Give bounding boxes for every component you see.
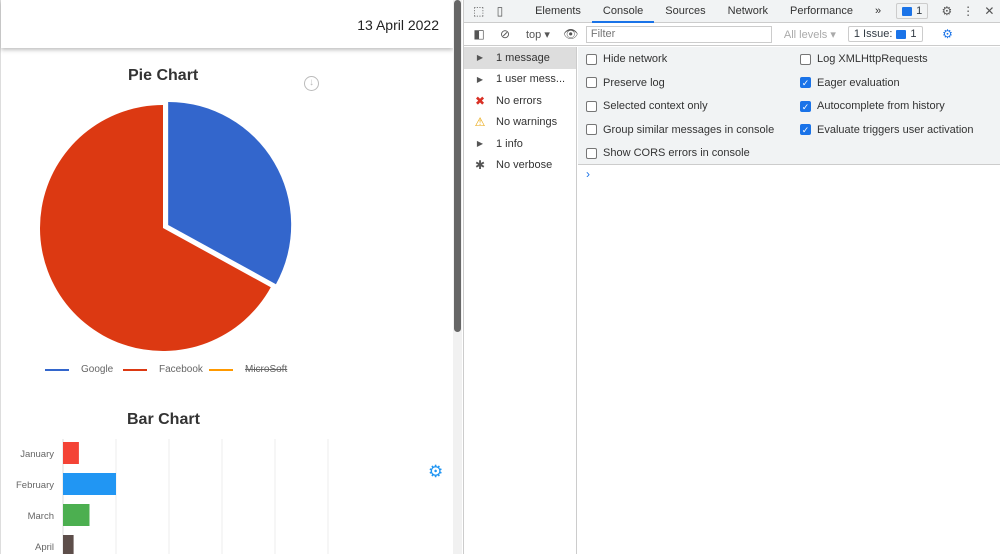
expand-arrow-icon: ▶: [476, 74, 484, 84]
tab-performance[interactable]: Performance: [779, 0, 864, 23]
tab-sources[interactable]: Sources: [654, 0, 716, 23]
web-page: 13 April 2022 Pie Chart ↓ Google Facebook…: [0, 0, 462, 554]
legend-swatch: [123, 368, 147, 371]
option-checkbox[interactable]: Hide network: [586, 53, 667, 65]
option-label: Preserve log: [603, 76, 665, 89]
issues-button[interactable]: 1 Issue: 1: [847, 26, 923, 42]
settings-gear-icon[interactable]: ⚙: [428, 462, 443, 482]
warning-icon: ⚠: [474, 115, 486, 130]
checkbox[interactable]: [586, 147, 597, 159]
legend-swatch: [209, 368, 233, 371]
inspect-element-icon[interactable]: ⬚: [468, 4, 489, 18]
checkbox[interactable]: ✓: [800, 77, 811, 88]
device-toolbar-icon[interactable]: ▯: [489, 4, 510, 18]
messages-badge[interactable]: 1: [896, 3, 929, 19]
settings-icon[interactable]: ⚙: [936, 4, 957, 18]
pie-chart: [40, 101, 292, 351]
verbose-bug-icon: ✱: [474, 158, 486, 173]
sidebar-item[interactable]: ✱ No verbose: [464, 155, 576, 177]
option-label: Group similar messages in console: [603, 123, 775, 136]
legend-item-google[interactable]: Google: [45, 364, 113, 375]
category-label: January: [20, 449, 54, 460]
issue-count: 1: [910, 28, 917, 40]
legend-item-microsoft[interactable]: MicroSoft: [209, 364, 287, 375]
message-icon: [902, 6, 913, 16]
sidebar-item[interactable]: ⚠ No warnings: [464, 112, 576, 134]
category-label: February: [16, 480, 54, 491]
console-settings-icon[interactable]: ⚙: [937, 27, 959, 41]
option-label: Autocomplete from history: [817, 100, 945, 112]
console-prompt[interactable]: ›: [586, 167, 590, 181]
option-checkbox[interactable]: Group similar messages in console: [586, 124, 774, 136]
expand-arrow-icon: ▶: [476, 53, 484, 63]
sidebar-item-label: No verbose: [496, 159, 553, 172]
error-icon: ✖: [474, 93, 486, 108]
option-checkbox[interactable]: Selected context only: [586, 100, 708, 112]
live-expression-eye-icon[interactable]: 👁: [560, 27, 582, 41]
checkbox[interactable]: [586, 124, 597, 135]
option-checkbox[interactable]: Log XMLHttpRequests: [800, 53, 928, 65]
log-levels-select[interactable]: All levels ▾: [784, 28, 836, 41]
more-options-icon[interactable]: ⋮: [957, 4, 978, 18]
option-checkbox[interactable]: Show CORS errors in console: [586, 147, 750, 159]
option-checkbox[interactable]: ✓ Evaluate triggers user activation: [800, 124, 974, 136]
sidebar-item[interactable]: ▶ 1 message: [464, 47, 576, 69]
sidebar-item-label: 1 message: [496, 51, 550, 64]
sidebar-item-label: 1 info: [496, 137, 523, 150]
sidebar-item-label: No warnings: [496, 116, 558, 129]
option-checkbox[interactable]: ✓ Eager evaluation: [800, 77, 900, 89]
clear-console-icon[interactable]: ⊘: [494, 27, 516, 41]
legend-label: Facebook: [159, 364, 203, 375]
bar-chart: January February March April: [16, 439, 329, 554]
sidebar-toggle-icon[interactable]: ◧: [468, 27, 490, 41]
tab-elements[interactable]: Elements: [524, 0, 592, 23]
checkbox[interactable]: [800, 53, 811, 65]
legend-label: Google: [81, 364, 114, 375]
bar-chart-title: Bar Chart: [127, 411, 200, 428]
category-label: March: [28, 511, 54, 522]
scrollbar-thumb[interactable]: [454, 0, 461, 332]
bar-april[interactable]: [63, 535, 74, 554]
bar-february[interactable]: [63, 473, 116, 495]
option-checkbox[interactable]: Preserve log: [586, 77, 665, 89]
filter-input[interactable]: [585, 25, 772, 43]
sidebar-item-label: 1 user mess...: [496, 73, 566, 86]
option-label: Evaluate triggers user activation: [817, 123, 974, 136]
option-label: Log XMLHttpRequests: [817, 53, 928, 65]
console-sidebar: ▶ 1 message ▶ 1 user mess... ✖ No errors ⚠ No w…: [464, 47, 577, 554]
close-icon[interactable]: ✕: [979, 4, 1000, 18]
bar-january[interactable]: [63, 442, 79, 464]
option-checkbox[interactable]: ✓ Autocomplete from history: [800, 100, 945, 112]
tab-network[interactable]: Network: [717, 0, 779, 23]
message-count: 1: [916, 5, 923, 17]
sidebar-item[interactable]: ▶ 1 info: [464, 133, 576, 155]
legend-swatch: [45, 368, 69, 371]
checkbox[interactable]: [586, 53, 597, 65]
bar-march[interactable]: [63, 504, 90, 526]
sidebar-item[interactable]: ▶ 1 user mess...: [464, 69, 576, 91]
category-label: April: [35, 542, 54, 553]
context-select[interactable]: top ▾: [526, 28, 550, 41]
console-settings-pane: Hide network Preserve log Selected context…: [578, 47, 1000, 165]
sidebar-item-label: No errors: [496, 94, 542, 107]
checkbox[interactable]: [586, 77, 597, 88]
sidebar-item[interactable]: ✖ No errors: [464, 90, 576, 112]
option-label: Show CORS errors in console: [603, 147, 750, 159]
issues-label: 1 Issue:: [853, 28, 893, 40]
checkbox[interactable]: ✓: [800, 124, 811, 135]
option-label: Eager evaluation: [817, 76, 900, 89]
devtools-panel: ⬚ ▯ Elements Console Sources Network Per…: [463, 0, 1000, 554]
legend-item-facebook[interactable]: Facebook: [123, 364, 203, 375]
checkbox[interactable]: ✓: [800, 100, 811, 112]
checkbox[interactable]: [586, 100, 597, 112]
expand-arrow-icon: ▶: [476, 139, 484, 149]
legend-label: MicroSoft: [245, 364, 288, 375]
more-tabs-button[interactable]: »: [864, 0, 892, 23]
page-scrollbar[interactable]: [453, 0, 462, 554]
tab-console[interactable]: Console: [591, 0, 655, 23]
option-label: Selected context only: [603, 100, 708, 112]
option-label: Hide network: [603, 53, 668, 65]
issue-icon: [896, 29, 907, 39]
